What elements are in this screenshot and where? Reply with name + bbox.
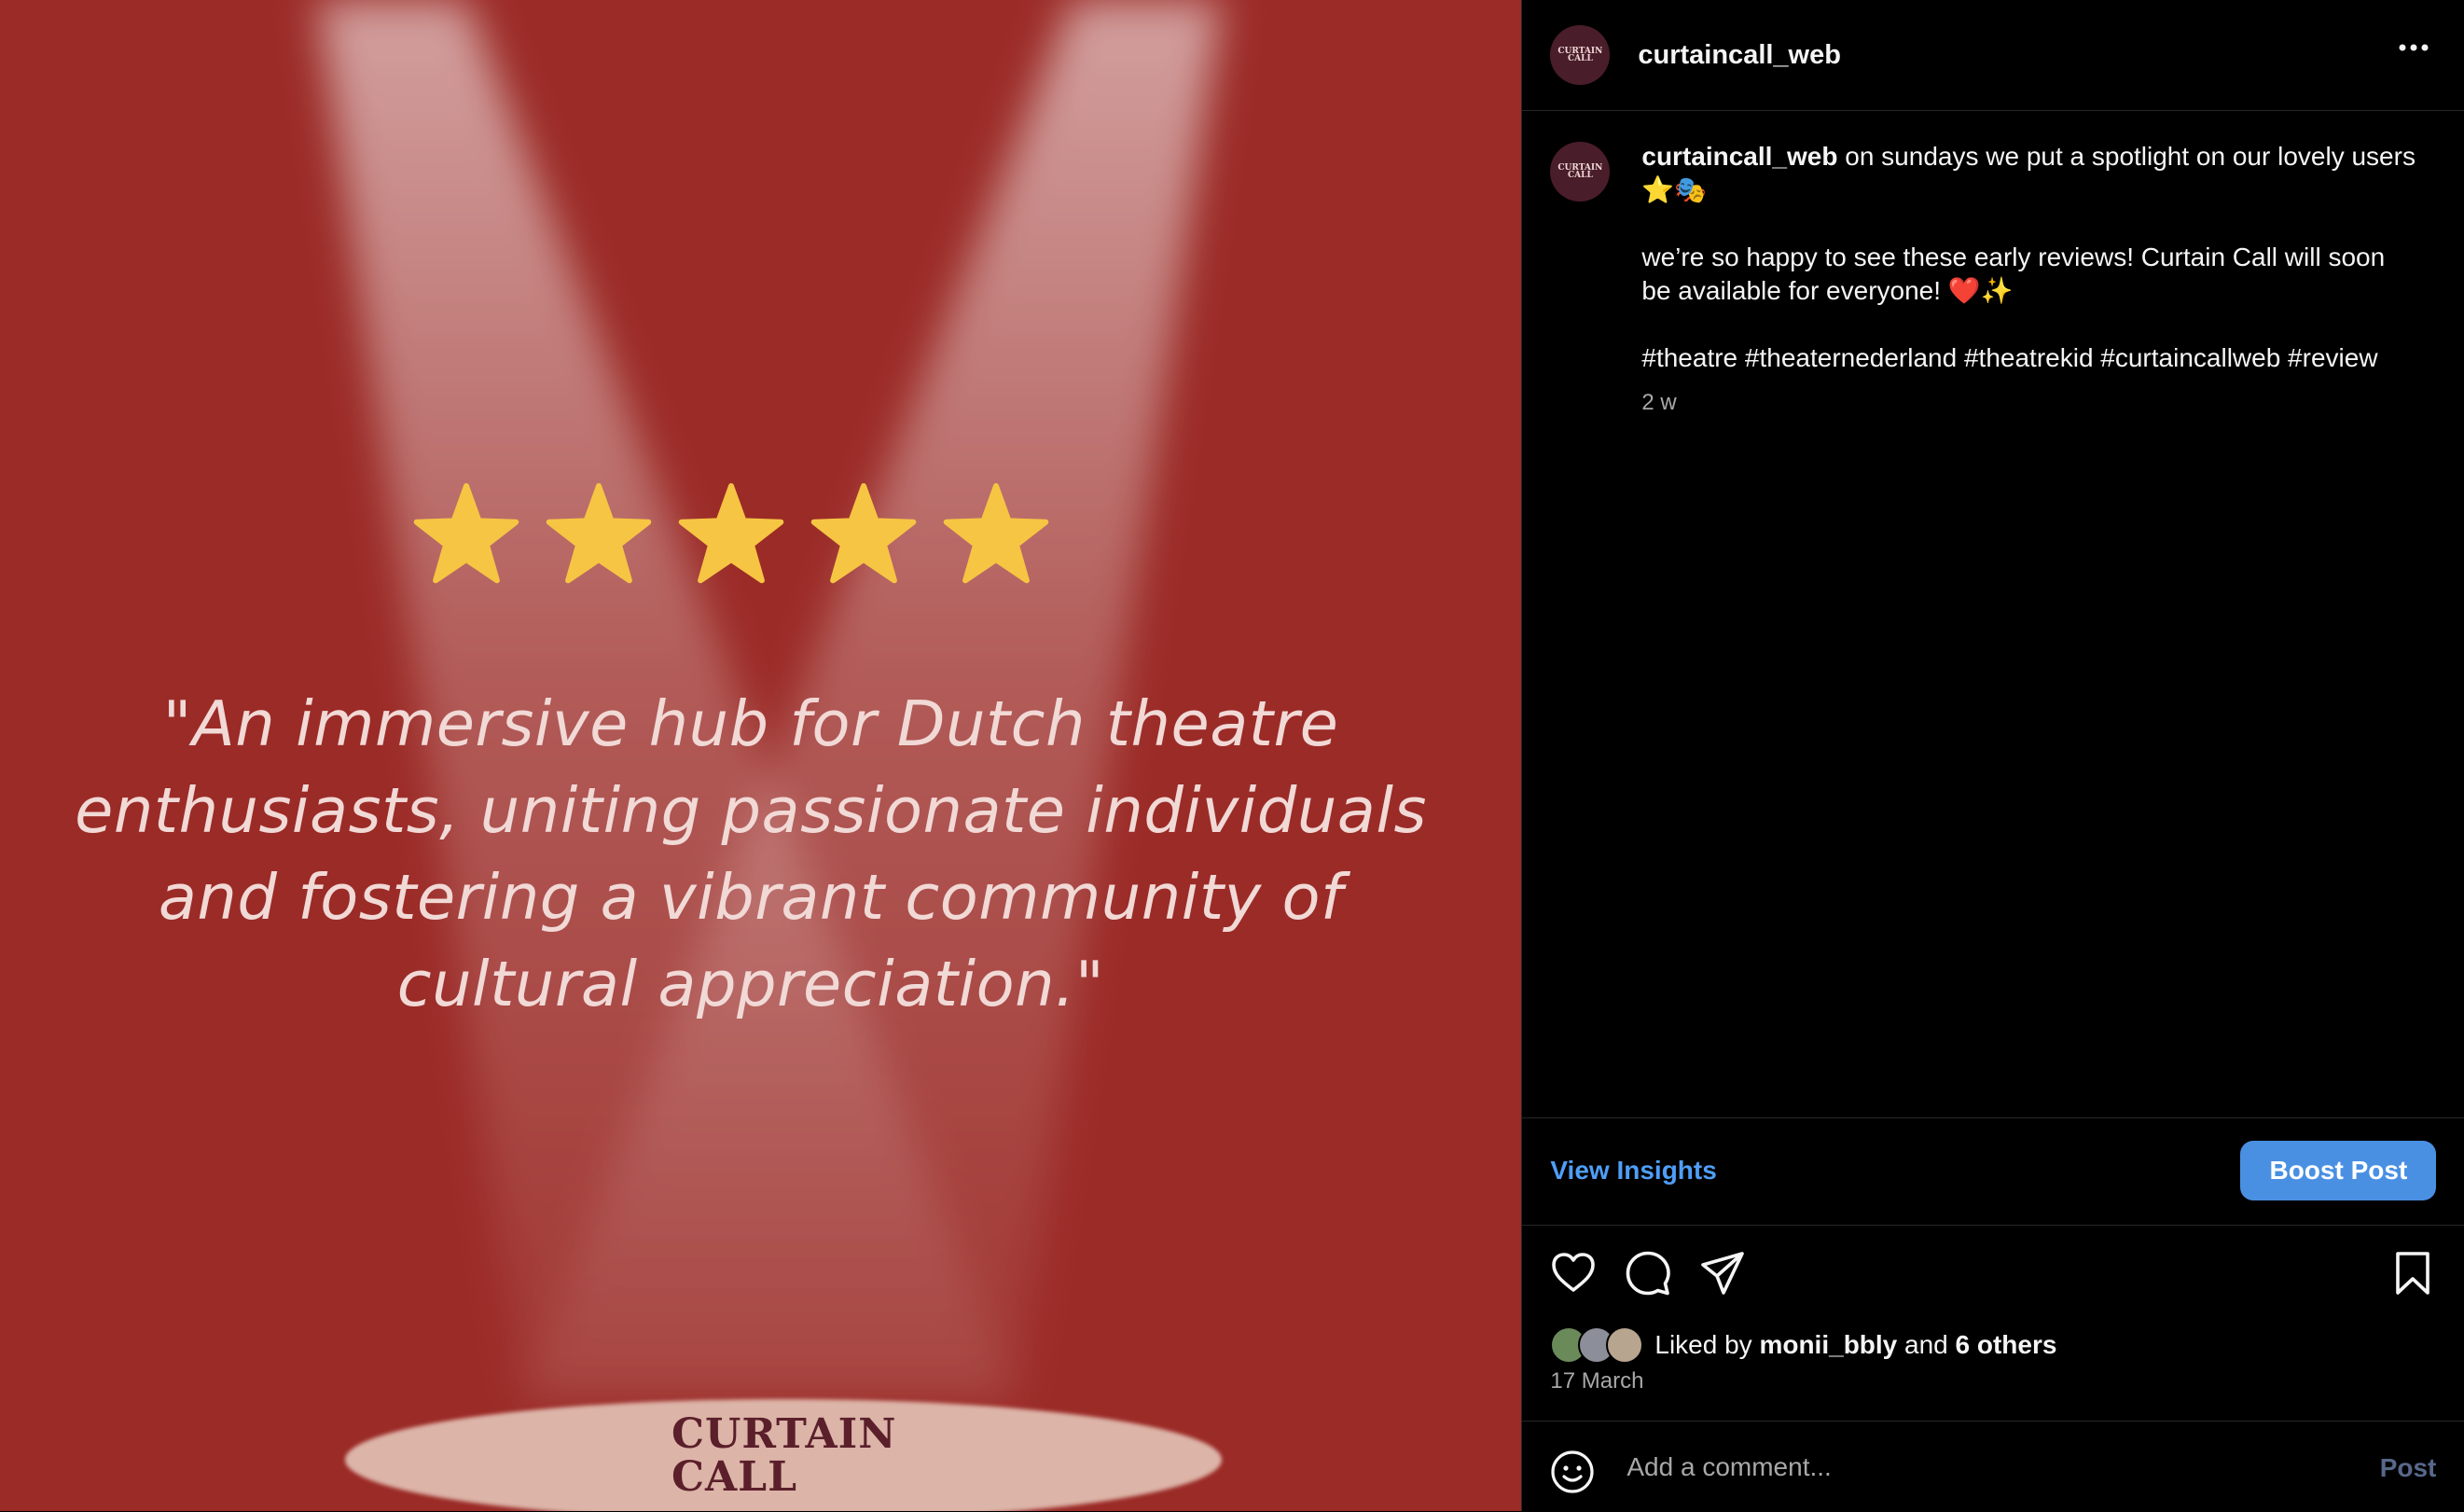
- likes-summary: Liked by monii_bbly and 6 others: [1550, 1326, 2056, 1364]
- rating-stars: [410, 480, 1054, 592]
- caption-body: curtaincall_web on sundays we put a spot…: [1641, 140, 2416, 420]
- star-icon: [678, 483, 784, 584]
- avatar[interactable]: CURTAIN CALL: [1550, 25, 1611, 85]
- caption-hashtags[interactable]: #theatre #theaternederland #theatrekid #…: [1641, 341, 2416, 375]
- caption-text-2: we’re so happy to see these early review…: [1641, 243, 2386, 305]
- bookmark-icon[interactable]: [2389, 1250, 2436, 1297]
- comment-box: Post: [1522, 1421, 2464, 1512]
- star-icon: [546, 483, 652, 584]
- post-comment-button[interactable]: Post: [2380, 1453, 2437, 1483]
- caption-timestamp: 2 w: [1641, 390, 1677, 415]
- comment-input[interactable]: [1625, 1448, 2282, 1487]
- heart-icon[interactable]: [1550, 1250, 1597, 1297]
- review-quote: "An immersive hub for Dutch theatre enth…: [75, 687, 1427, 1020]
- star-icon: [413, 483, 519, 584]
- liker-avatars[interactable]: [1550, 1326, 1644, 1364]
- curtain-call-logo: CURTAIN CALL: [671, 1413, 914, 1499]
- action-bar: [1550, 1250, 2436, 1297]
- avatar-logo-text: CURTAIN CALL: [1557, 47, 1603, 63]
- avatar: [1606, 1326, 1644, 1364]
- view-insights-link[interactable]: View Insights: [1550, 1156, 1716, 1186]
- caption-username[interactable]: curtaincall_web: [1641, 142, 1837, 171]
- logo-line-2: CALL: [671, 1453, 798, 1501]
- star-icon: [943, 483, 1049, 584]
- likes-others-link[interactable]: 6 others: [1956, 1330, 2057, 1360]
- post-caption: CURTAIN CALL curtaincall_web on sundays …: [1550, 140, 2436, 420]
- post-date: 17 March: [1550, 1368, 1644, 1394]
- post-sidebar: CURTAIN CALL curtaincall_web CURTAIN CAL…: [1521, 0, 2464, 1511]
- logo-line-1: CURTAIN: [671, 1410, 897, 1458]
- post-image: "An immersive hub for Dutch theatre enth…: [0, 0, 1522, 1511]
- avatar[interactable]: CURTAIN CALL: [1550, 142, 1611, 201]
- share-icon[interactable]: [1699, 1250, 1746, 1297]
- avatar-logo-text: CURTAIN CALL: [1557, 163, 1603, 180]
- likes-and: and: [1904, 1330, 1948, 1359]
- star-icon: [810, 483, 917, 584]
- insights-bar: View Insights Boost Post: [1522, 1117, 2464, 1226]
- boost-post-button[interactable]: Boost Post: [2240, 1141, 2437, 1200]
- likes-prefix: Liked by: [1654, 1330, 1752, 1359]
- more-horizontal-icon[interactable]: [2399, 43, 2429, 52]
- comment-icon[interactable]: [1625, 1250, 1671, 1297]
- post-header: CURTAIN CALL curtaincall_web: [1522, 0, 2464, 111]
- header-username[interactable]: curtaincall_web: [1638, 40, 1841, 71]
- liker-username[interactable]: monii_bbly: [1759, 1330, 1897, 1360]
- smiley-icon[interactable]: [1550, 1450, 1595, 1494]
